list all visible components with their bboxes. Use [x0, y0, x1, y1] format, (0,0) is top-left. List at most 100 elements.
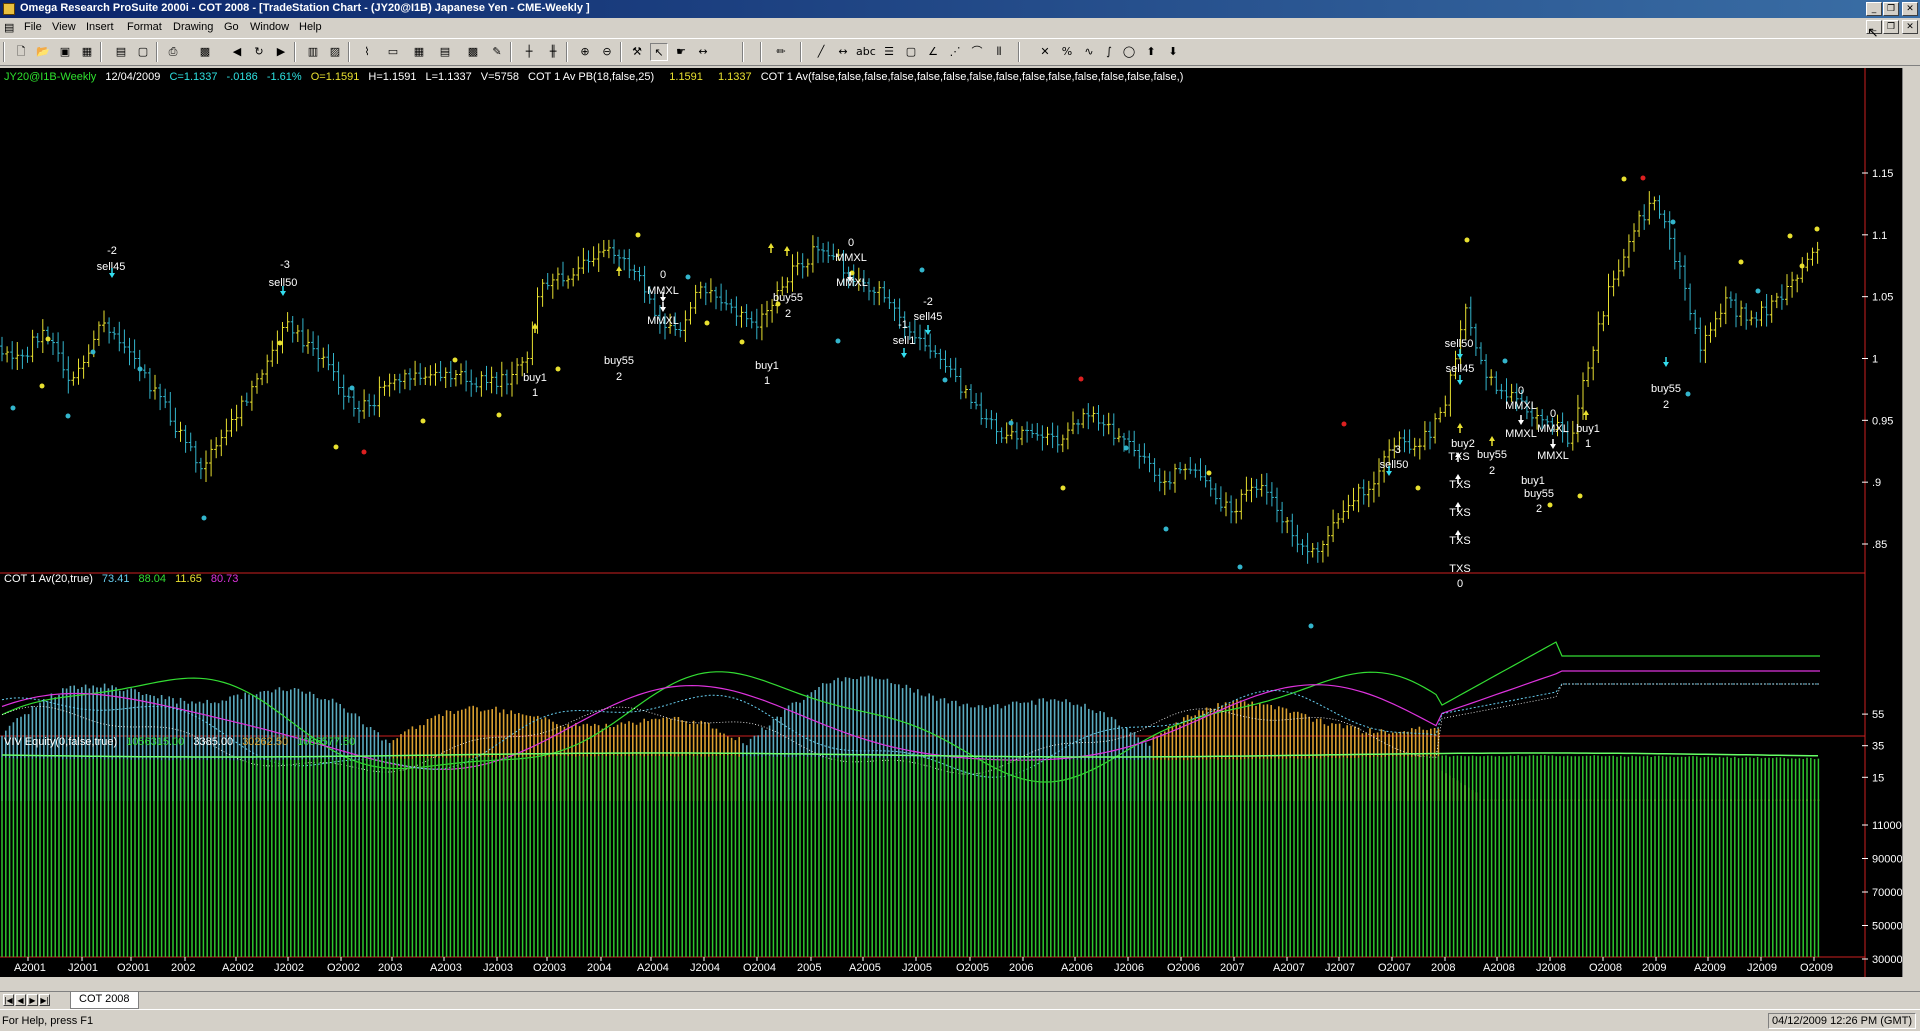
- pivot-dot: [1640, 175, 1646, 181]
- signal-arrow: [1489, 436, 1495, 441]
- volume-value: V=5758: [480, 71, 519, 83]
- minimize-button[interactable]: _: [1866, 2, 1882, 16]
- signal-label: -2: [923, 296, 933, 308]
- signal-label: MMXL: [1537, 423, 1569, 435]
- forward-icon[interactable]: ▶: [272, 43, 290, 61]
- indicator-icon[interactable]: ⌇: [358, 43, 376, 61]
- pointer-icon[interactable]: ↖: [650, 43, 668, 61]
- arcs-icon[interactable]: ⌒: [968, 43, 986, 61]
- cycle-lines-icon[interactable]: ⦀: [990, 43, 1008, 61]
- horizontal-line-icon[interactable]: ↔: [834, 43, 852, 61]
- tools-icon[interactable]: ✎: [488, 43, 506, 61]
- table-icon[interactable]: ▤: [436, 43, 454, 61]
- menu-help[interactable]: Help: [299, 21, 322, 33]
- menu-format[interactable]: Format: [127, 21, 162, 33]
- data-window-icon[interactable]: ▨: [326, 43, 344, 61]
- signal-arrow: [1550, 444, 1556, 449]
- chart-canvas[interactable]: 1.151.11.0510.95.9.855535151100000900000…: [0, 68, 1902, 977]
- first-tab-button[interactable]: |◀: [3, 994, 14, 1006]
- signal-arrow: [1457, 354, 1463, 359]
- print-icon[interactable]: ⎙: [164, 43, 182, 61]
- crosshair-icon[interactable]: ✕: [1036, 43, 1054, 61]
- time-axis-label: O2009: [1800, 962, 1833, 974]
- signal-arrow: [616, 266, 622, 271]
- doc-close-button[interactable]: ✕: [1902, 20, 1918, 34]
- low-value: L=1.1337: [425, 71, 472, 83]
- last-tab-button[interactable]: ▶|: [39, 994, 50, 1006]
- curve-icon[interactable]: ∫: [1100, 43, 1118, 61]
- hand-icon[interactable]: ☛: [672, 43, 690, 61]
- up-arrow-icon[interactable]: ⬆: [1142, 43, 1160, 61]
- text-icon[interactable]: abc: [856, 43, 876, 61]
- open-icon[interactable]: 📂: [34, 43, 52, 61]
- chart-window-icon[interactable]: ▥: [304, 43, 322, 61]
- price-chart[interactable]: 1.151.11.0510.95.9.855535151100000900000…: [0, 68, 1920, 977]
- bars-icon[interactable]: ┼: [520, 43, 538, 61]
- pivot-dot: [349, 385, 355, 391]
- time-axis-label: J2001: [68, 962, 98, 974]
- signal-label: MMXL: [647, 315, 679, 327]
- time-axis-label: A2008: [1483, 962, 1515, 974]
- wave-icon[interactable]: ∿: [1080, 43, 1098, 61]
- rectangle-icon[interactable]: ▢: [902, 43, 920, 61]
- cot-axis-label: 35: [1872, 741, 1884, 753]
- signal-label: MMXL: [836, 277, 868, 289]
- zoom-out-icon[interactable]: ⊖: [598, 43, 616, 61]
- menu-drawing[interactable]: Drawing: [173, 21, 213, 33]
- spreadsheet-icon[interactable]: ▩: [464, 43, 482, 61]
- doc-icon[interactable]: ▤: [4, 21, 14, 34]
- open-value: O=1.1591: [310, 71, 360, 83]
- next-tab-button[interactable]: ▶: [27, 994, 38, 1006]
- vertical-scrollbar[interactable]: [1902, 68, 1920, 977]
- print-preview-icon[interactable]: ▤: [112, 43, 130, 61]
- new-icon[interactable]: 🗋: [12, 43, 30, 61]
- menu-insert[interactable]: Insert: [86, 21, 114, 33]
- menu-window[interactable]: Window: [250, 21, 289, 33]
- pivot-dot: [361, 449, 367, 455]
- open-workspace-icon[interactable]: ▣: [56, 43, 74, 61]
- time-axis-label: O2003: [533, 962, 566, 974]
- signal-label: sell45: [914, 311, 943, 323]
- time-axis-label: O2007: [1378, 962, 1411, 974]
- page-icon[interactable]: ▢: [134, 43, 152, 61]
- pencil-icon[interactable]: ✏: [772, 43, 790, 61]
- time-axis-label: O2005: [956, 962, 989, 974]
- format-icon[interactable]: ▩: [196, 43, 214, 61]
- tab-cot-2008[interactable]: COT 2008: [70, 992, 139, 1009]
- pan-icon[interactable]: ↔: [694, 43, 712, 61]
- doc-restore-button[interactable]: ❐: [1883, 20, 1899, 34]
- hammer-icon[interactable]: ⚒: [628, 43, 646, 61]
- fan-icon[interactable]: ⋰: [946, 43, 964, 61]
- ellipse-icon[interactable]: ◯: [1120, 43, 1138, 61]
- angle-icon[interactable]: ∠: [924, 43, 942, 61]
- refresh-icon[interactable]: ↻: [250, 43, 268, 61]
- close-button[interactable]: ✕: [1902, 2, 1918, 16]
- trendline-icon[interactable]: ╱: [812, 43, 830, 61]
- signal-arrow: [1518, 420, 1524, 425]
- restore-button[interactable]: ❐: [1883, 2, 1899, 16]
- bars2-icon[interactable]: ╫: [544, 43, 562, 61]
- bar-date: 12/04/2009: [105, 71, 161, 83]
- back-icon[interactable]: ◀: [228, 43, 246, 61]
- signal-label: 2: [1536, 503, 1542, 515]
- pivot-dot: [1163, 526, 1169, 532]
- prev-tab-button[interactable]: ◀: [15, 994, 26, 1006]
- lines-icon[interactable]: ☰: [880, 43, 898, 61]
- time-axis-label: A2007: [1273, 962, 1305, 974]
- cot-value2: 88.04: [138, 573, 167, 585]
- menu-bar: ▤ File View Insert Format Drawing Go Win…: [0, 18, 1920, 37]
- signal-arrow: [1457, 423, 1463, 428]
- menu-go[interactable]: Go: [224, 21, 239, 33]
- save-icon[interactable]: ▦: [78, 43, 96, 61]
- signal-label: 2: [1489, 465, 1495, 477]
- grid-icon[interactable]: ▦: [410, 43, 428, 61]
- zoom-in-icon[interactable]: ⊕: [576, 43, 594, 61]
- percent-icon[interactable]: %: [1058, 43, 1076, 61]
- down-arrow-icon[interactable]: ⬇: [1164, 43, 1182, 61]
- menu-file[interactable]: File: [24, 21, 42, 33]
- time-axis-label: 2002: [171, 962, 195, 974]
- pivot-dot: [333, 444, 339, 450]
- menu-view[interactable]: View: [52, 21, 76, 33]
- window-icon[interactable]: ▭: [384, 43, 402, 61]
- pivot-dot: [45, 336, 51, 342]
